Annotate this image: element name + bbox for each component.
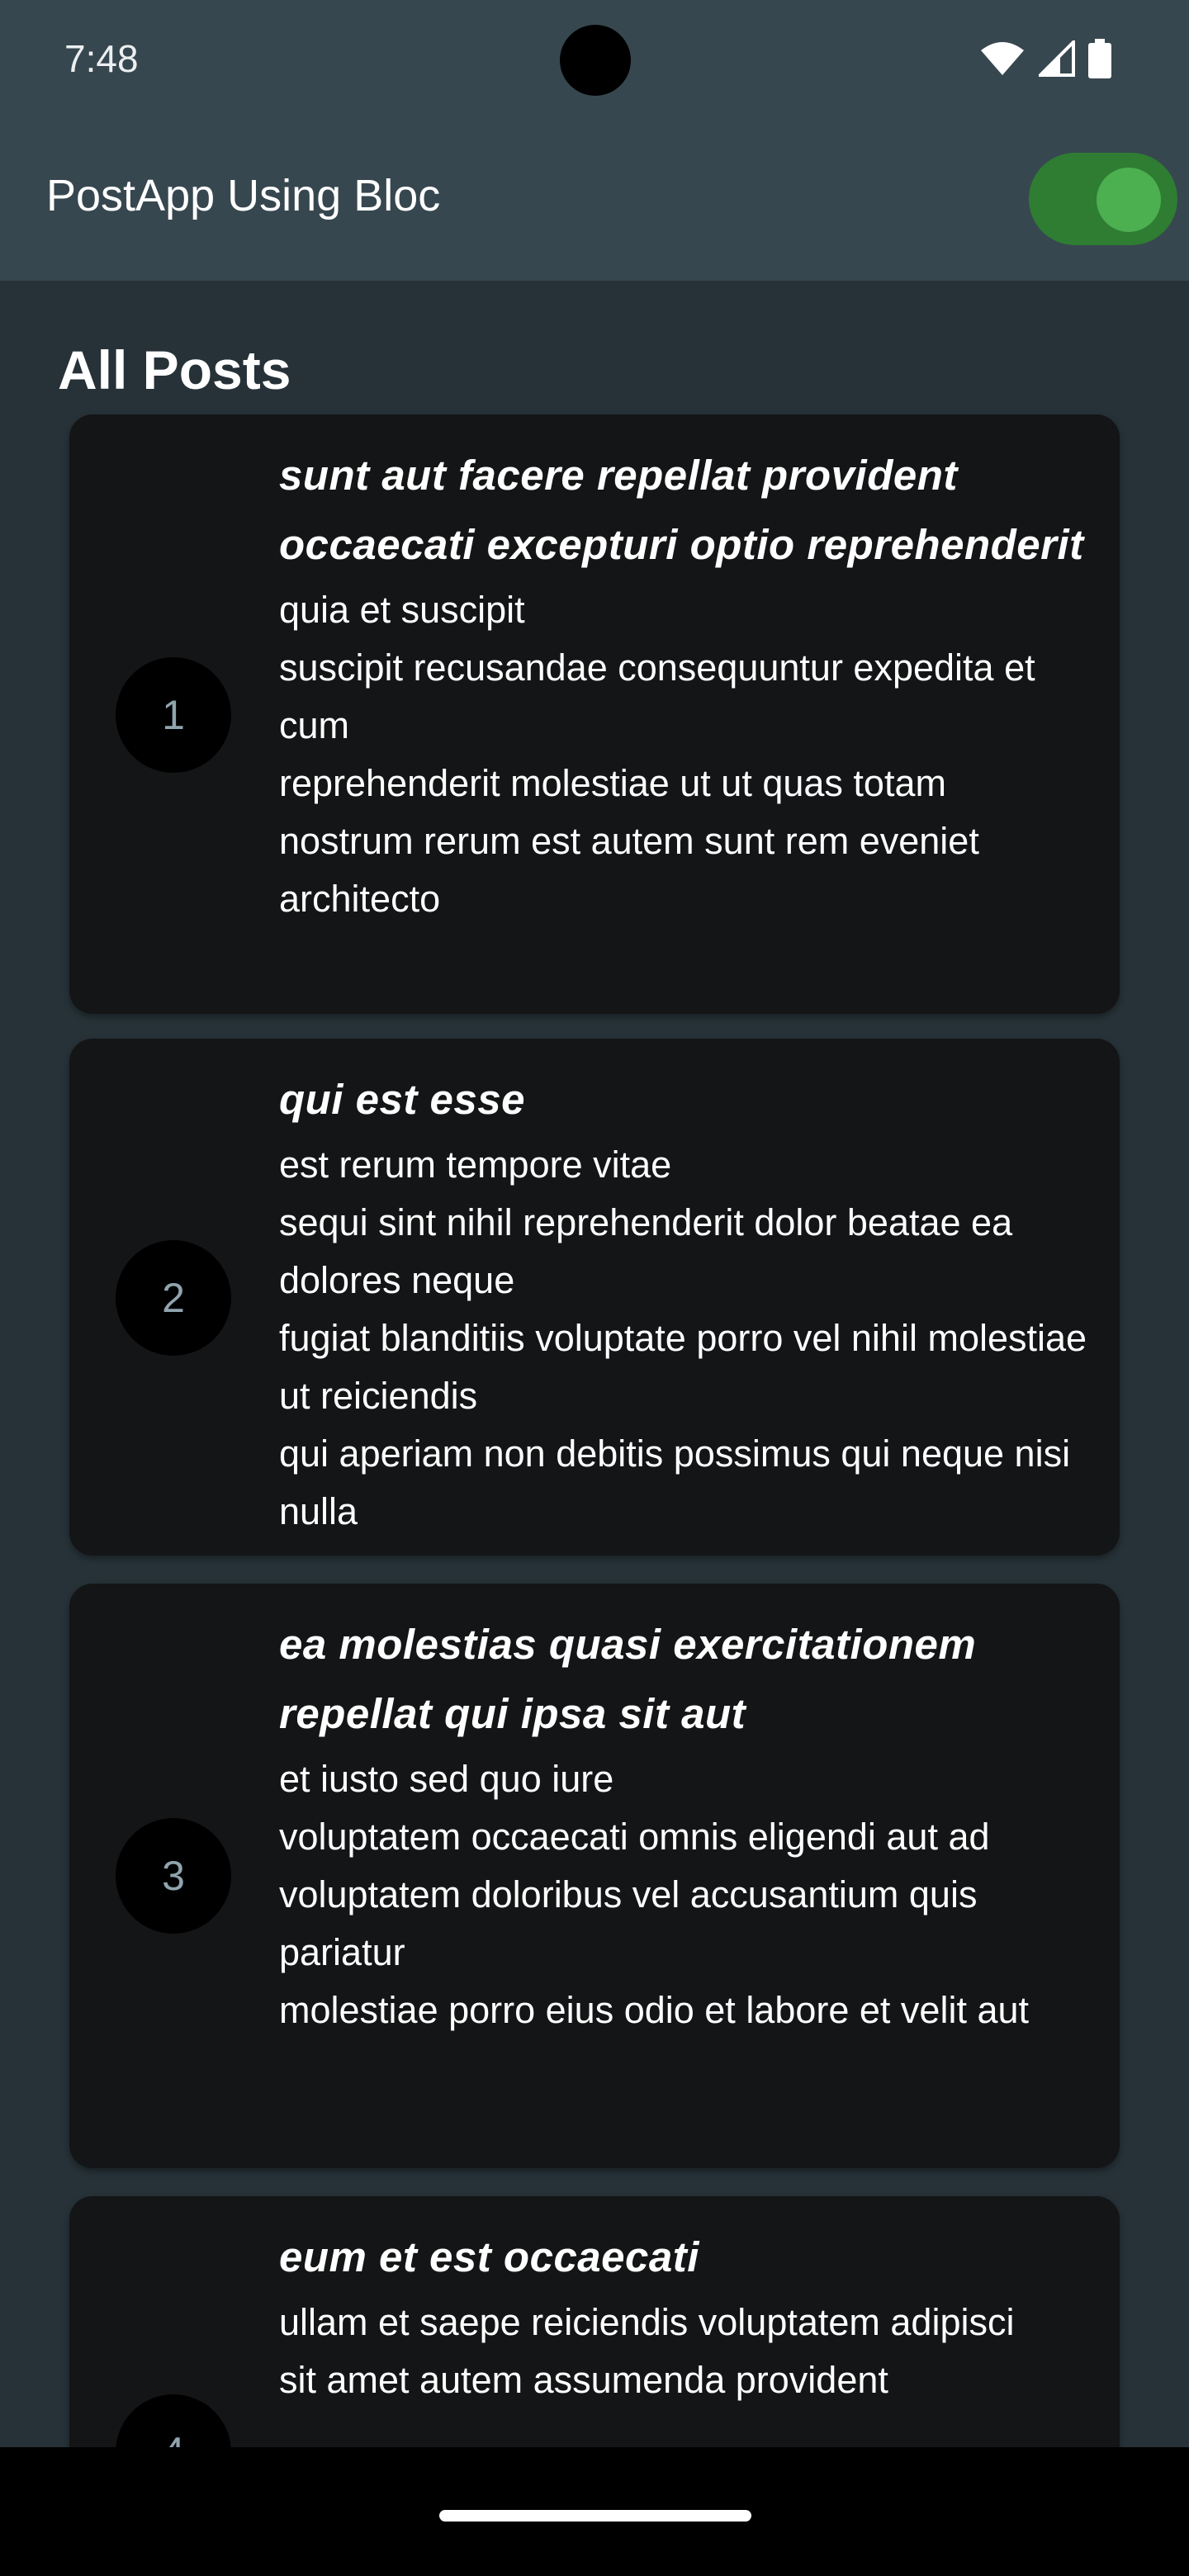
post-title: eum et est occaecati <box>279 2233 699 2280</box>
status-time: 7:48 <box>64 37 139 80</box>
posts-list-screen[interactable]: All Posts 1 sunt aut facere repellat pro… <box>0 281 1189 2447</box>
post-number-avatar: 4 <box>116 2394 231 2447</box>
system-navigation-bar <box>0 2447 1189 2576</box>
toggle-knob[interactable] <box>1097 168 1161 232</box>
status-bar: 7:48 <box>0 0 1189 116</box>
post-title: qui est esse <box>279 1076 525 1123</box>
camera-cutout <box>560 25 631 96</box>
post-card[interactable]: 1 sunt aut facere repellat provident occ… <box>69 414 1120 1014</box>
post-text: ea molestias quasi exercitationem repell… <box>279 1610 1105 2039</box>
app-bar: PostApp Using Bloc <box>0 116 1189 281</box>
post-card[interactable]: 4 eum et est occaecati ullam et saepe re… <box>69 2196 1120 2447</box>
wifi-icon <box>981 42 1024 75</box>
post-body: et iusto sed quo iure voluptatem occaeca… <box>279 1758 1030 2031</box>
cell-signal-icon <box>1039 40 1075 77</box>
app-title: PostApp Using Bloc <box>46 171 441 220</box>
post-text: sunt aut facere repellat provident occae… <box>279 441 1105 928</box>
home-indicator[interactable] <box>439 2510 751 2522</box>
post-body: quia et suscipit suscipit recusandae con… <box>279 589 1035 920</box>
post-card[interactable]: 2 qui est esse est rerum tempore vitae s… <box>69 1039 1120 1556</box>
battery-icon <box>1088 39 1111 78</box>
post-number-avatar: 2 <box>116 1240 231 1356</box>
post-title: ea molestias quasi exercitationem repell… <box>279 1621 977 1737</box>
post-body: est rerum tempore vitae sequi sint nihil… <box>279 1144 1087 1532</box>
post-title: sunt aut facere repellat provident occae… <box>279 452 1084 568</box>
page-heading: All Posts <box>58 339 291 400</box>
status-icons <box>979 38 1111 79</box>
post-text: eum et est occaecati ullam et saepe reic… <box>279 2223 1105 2409</box>
post-text: qui est esse est rerum tempore vitae seq… <box>279 1065 1105 1541</box>
post-card[interactable]: 3 ea molestias quasi exercitationem repe… <box>69 1584 1120 2168</box>
post-body: ullam et saepe reiciendis voluptatem adi… <box>279 2301 1015 2401</box>
theme-toggle-switch[interactable] <box>1029 153 1177 245</box>
post-number-avatar: 3 <box>116 1818 231 1934</box>
post-number-avatar: 1 <box>116 657 231 773</box>
